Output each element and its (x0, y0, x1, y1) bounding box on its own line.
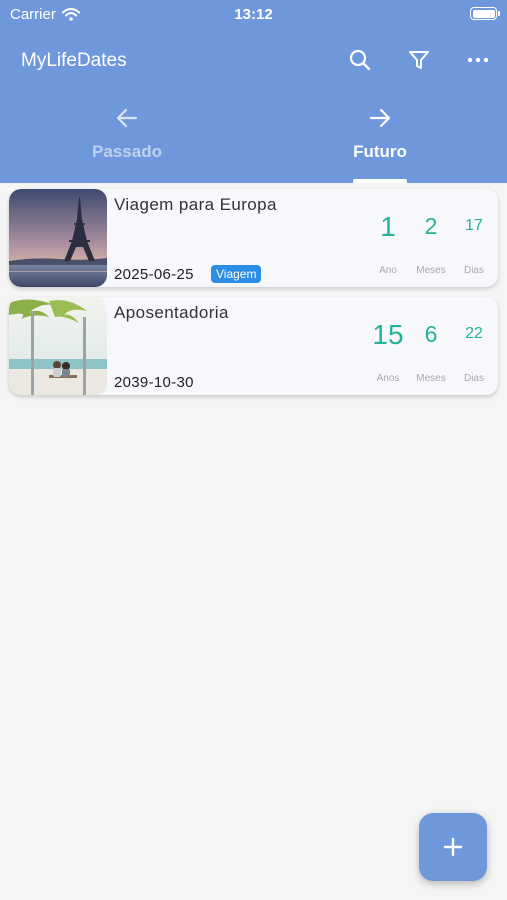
countdown-days: 22 (465, 325, 483, 342)
app-title: MyLifeDates (21, 50, 127, 71)
status-bar: Carrier 13:12 (0, 0, 507, 28)
event-thumbnail-beach (9, 297, 107, 395)
plus-icon (443, 837, 463, 857)
countdown-years: 1 (380, 211, 396, 242)
arrow-right-icon (369, 108, 391, 128)
filter-icon[interactable] (406, 47, 432, 73)
tab-indicator (353, 179, 407, 183)
status-time: 13:12 (234, 6, 273, 23)
event-tag-badge: Viagem (211, 265, 262, 283)
tab-futuro[interactable]: Futuro (300, 100, 460, 183)
countdown-days-label: Dias (463, 265, 484, 276)
tab-passado[interactable]: Passado (47, 100, 207, 183)
countdown-months: 6 (424, 321, 438, 347)
countdown-months-label: Meses (416, 265, 446, 276)
countdown-months-label: Meses (416, 373, 446, 384)
countdown-years-label: Ano (379, 265, 397, 276)
tab-passado-label: Passado (92, 142, 162, 161)
event-thumbnail-eiffel (9, 189, 107, 287)
event-date: 2025-06-25 (114, 266, 194, 283)
search-icon[interactable] (347, 47, 373, 73)
countdown-months: 2 (424, 213, 438, 239)
battery-icon (470, 7, 500, 20)
countdown-days: 17 (465, 217, 483, 234)
countdown-days-label: Dias (463, 373, 484, 384)
arrow-left-icon (116, 108, 138, 128)
event-card[interactable]: Viagem para Europa 2025-06-25 Viagem 1 A… (9, 189, 498, 287)
event-title: Aposentadoria (114, 303, 229, 322)
app-header: Carrier 13:12 MyLifeDates Passado Futuro (0, 0, 507, 183)
add-event-button[interactable] (419, 813, 487, 881)
event-date: 2039-10-30 (114, 374, 194, 391)
more-icon[interactable] (465, 47, 491, 73)
tab-futuro-label: Futuro (353, 142, 407, 161)
event-card[interactable]: Aposentadoria 2039-10-30 15 Anos 6 Meses… (9, 297, 498, 395)
event-title: Viagem para Europa (114, 195, 277, 214)
countdown-years-label: Anos (376, 373, 400, 384)
countdown-years: 15 (372, 319, 404, 350)
